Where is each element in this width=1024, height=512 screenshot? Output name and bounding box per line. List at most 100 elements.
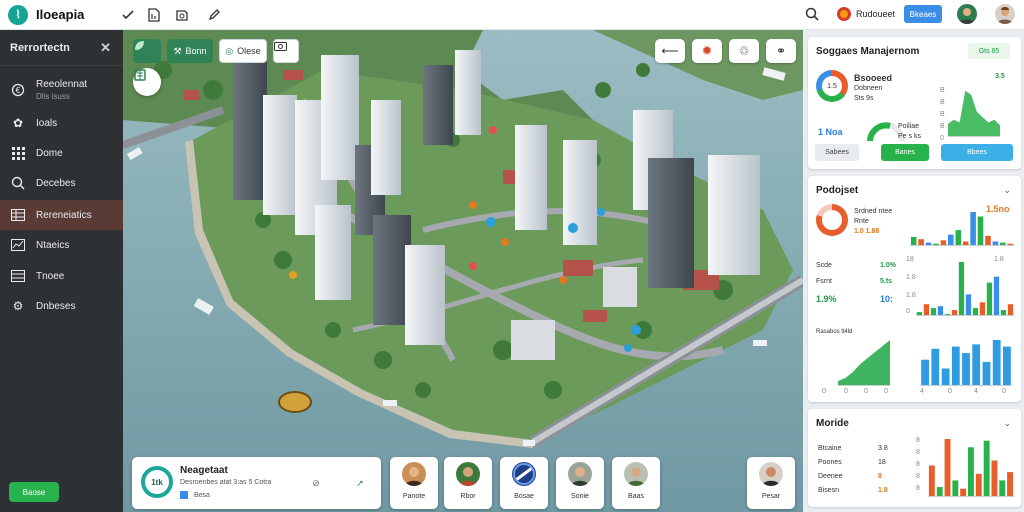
sidebar-action-button[interactable]: Baose: [9, 482, 59, 502]
document-icon[interactable]: [146, 7, 162, 23]
city-map[interactable]: ⚒ Bonn ◎ Olese ⟵ ✹ ♲ ⚭ 1tk Neagetaat Desro…: [123, 30, 803, 512]
row-value: 5.ts: [880, 278, 893, 285]
right-bar: [1003, 346, 1011, 386]
sidebar-item-label: Dnbeses: [36, 300, 76, 312]
info-card[interactable]: 1tk Neagetaat Desroenbes atat 3:as 5 Cot…: [132, 457, 381, 509]
axis-label: 0: [940, 135, 944, 142]
map-tool-label: Bonn: [185, 46, 207, 56]
building-fab[interactable]: [133, 68, 161, 96]
axis-label: B: [940, 99, 945, 106]
sidebar-item-label: Ioals: [36, 117, 58, 129]
bottom-bar: [1007, 472, 1013, 497]
app-logo-icon[interactable]: ⌇: [8, 4, 28, 25]
legend-line: Dobneen: [854, 85, 883, 92]
bottom-bar: [999, 480, 1006, 497]
person-card-4[interactable]: Baas: [612, 457, 660, 509]
gear-icon: ✹: [701, 43, 713, 58]
close-icon[interactable]: ✕: [100, 40, 111, 56]
chevron-down-icon[interactable]: ⌄: [1003, 418, 1011, 429]
list-icon: [10, 268, 26, 284]
axis-tick: 8: [916, 449, 920, 456]
map-tool-button-1[interactable]: ◎ Olese: [219, 39, 267, 63]
top-bar: ⌇ Iloeapia Rudoueet Bkeaes: [0, 0, 1024, 30]
panel-button-0[interactable]: Sabees: [815, 144, 859, 161]
stat-value: 1 Noa: [818, 127, 843, 137]
row-label: 1.9%: [816, 294, 837, 304]
sidebar-header: Rerrortectn ✕: [0, 30, 123, 66]
donut-text: Srdned ntee: [854, 208, 893, 215]
mid-bar: [1007, 304, 1014, 316]
panel-button-2[interactable]: Bbees: [941, 144, 1013, 161]
mid-bar: [993, 276, 1000, 316]
recycle-button[interactable]: ♲: [729, 39, 759, 63]
sidebar-item-2[interactable]: Dome: [0, 138, 123, 168]
mid-bar: [923, 304, 930, 316]
send-icon[interactable]: ➚: [354, 477, 366, 489]
top-bar: [918, 239, 924, 246]
layers-button[interactable]: [133, 39, 161, 63]
person-card-0[interactable]: Panote: [390, 457, 438, 509]
mid-bar: [930, 308, 937, 316]
person-name: Sonie: [571, 493, 589, 500]
sidebar-item-6[interactable]: Tnoee: [0, 261, 123, 291]
panel-button-1[interactable]: Banes: [881, 144, 929, 161]
sidebar-item-label: Tnoee: [36, 270, 65, 282]
sidebar-item-label: Rereneiatics: [36, 209, 92, 221]
map-tool-button-0[interactable]: ⚒ Bonn: [167, 39, 213, 63]
row-label: Fsrnt: [816, 278, 832, 285]
avatar[interactable]: [995, 4, 1015, 24]
sidebar-item-4[interactable]: Rereneiatics: [0, 200, 123, 230]
link-icon[interactable]: ⊘: [310, 477, 322, 489]
donut-text: 1.0 1.88: [854, 228, 880, 235]
person-card-2[interactable]: Bosae: [500, 457, 548, 509]
person-card-3[interactable]: Sonie: [556, 457, 604, 509]
project-card: Podojset ⌄ Srdned ntee Rnte 1.0 1.88 1.5…: [808, 176, 1021, 402]
axis-tick: 0: [864, 388, 868, 395]
edit-icon[interactable]: [206, 7, 222, 23]
back-button[interactable]: ⟵: [655, 39, 685, 63]
settings-button[interactable]: ✹: [692, 39, 722, 63]
axis-tick: 8: [916, 485, 920, 492]
box-icon[interactable]: [174, 7, 190, 23]
avatar: [512, 462, 536, 486]
top-bar: [985, 235, 991, 246]
sidebar-item-7[interactable]: ⚙ Dnbeses: [0, 291, 123, 321]
pin-icon: ◎: [225, 45, 234, 56]
top-action-button[interactable]: Bkeaes: [904, 5, 942, 23]
sidebar-item-label: Reeolennat: [36, 79, 88, 90]
axis-tick: 8: [916, 473, 920, 480]
recycle-icon: ♲: [738, 44, 750, 58]
sidebar-item-0[interactable]: € Reeolennat Dlis isuss: [0, 70, 123, 110]
axis-label: 0: [906, 308, 910, 315]
person-card-1[interactable]: Rbor: [444, 457, 492, 509]
person-card-5[interactable]: Pesar: [747, 457, 795, 509]
search-icon[interactable]: [804, 6, 820, 22]
row-value: 18: [878, 459, 886, 466]
row-label: Btcaine: [818, 445, 842, 452]
chevron-down-icon[interactable]: ⌄: [1003, 185, 1011, 196]
city-map-illustration: [123, 30, 803, 512]
avatar[interactable]: [957, 4, 977, 24]
chart-caption: Rasabos lt4ld: [816, 329, 853, 335]
row-value: 10:: [880, 294, 894, 304]
sidebar-item-3[interactable]: Decebes: [0, 168, 123, 198]
axis-tick: 0: [884, 388, 888, 395]
sidebar-item-5[interactable]: Ntaeics: [0, 230, 123, 260]
sidebar-item-sub: Dlis isuss: [36, 92, 70, 101]
gauge-line: Pe s ks: [898, 133, 921, 140]
right-bar: [921, 359, 929, 386]
bar-chart-top: [910, 212, 1014, 246]
moride-card: Moride ⌄ Btcaine 3.8 Poones 18 Deenee 8 …: [808, 409, 1021, 507]
sidebar-item-label: Dome: [36, 147, 63, 159]
mid-bar: [965, 294, 972, 316]
share-button[interactable]: ⚭: [766, 39, 796, 63]
sidebar-item-1[interactable]: ✿ Ioals: [0, 108, 123, 138]
camera-button[interactable]: [273, 39, 299, 63]
info-ring: 1tk: [141, 466, 173, 498]
info-tag-label: Besa: [194, 491, 210, 499]
axis-label: B: [940, 87, 945, 94]
sidebar-item-label: Ntaeics: [36, 239, 70, 251]
check-icon[interactable]: [120, 7, 136, 23]
right-bar: [992, 340, 1001, 386]
row-label: Poones: [818, 459, 842, 466]
